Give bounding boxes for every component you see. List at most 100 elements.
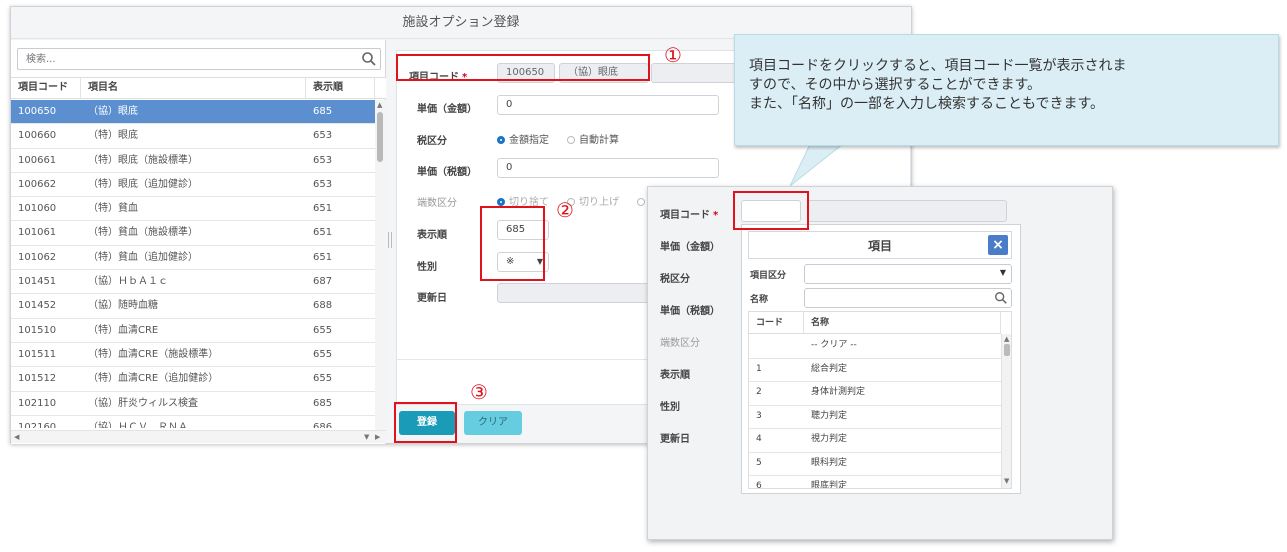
cell-order: 653 (313, 130, 333, 142)
search-input[interactable] (18, 49, 364, 69)
cell-name: （特）貧血（追加健診） (88, 251, 198, 263)
name-search-input[interactable] (804, 288, 1012, 308)
cell-order: 655 (313, 373, 333, 385)
picker-row[interactable]: 3 聴力判定 (749, 405, 1001, 429)
cell-code: 101452 (18, 300, 57, 312)
picker-cell-name: 眼底判定 (811, 481, 848, 489)
scroll-down-icon[interactable]: ▼ (1004, 477, 1009, 485)
picker-row[interactable]: 5 眼科判定 (749, 452, 1001, 476)
code-picker-panel: 項目コード * 単価（金額） 税区分 単価（税額） 端数区分 表示順 性別 更新日… (647, 186, 1113, 540)
cell-name: （特）血清CRE (88, 324, 159, 336)
picker-row[interactable]: -- クリア -- (749, 334, 1001, 359)
cell-name: （特）貧血 (88, 203, 138, 215)
table-row[interactable]: 101062 （特）貧血（追加健診） 651 (11, 246, 375, 271)
picker-header-name[interactable]: 名称 (804, 312, 1001, 334)
table-row[interactable]: 101511 （特）血清CRE（施設標準） 655 (11, 343, 375, 368)
marker-2: ② (556, 198, 574, 222)
table-row[interactable]: 102160 （協）ＨＣＶ＿ＲＮＡ 686 (11, 416, 375, 428)
cell-code: 101511 (18, 348, 57, 360)
table-row[interactable]: 101451 （協）ＨｂＡ１ｃ 687 (11, 270, 375, 295)
highlight-order-gender (480, 206, 545, 281)
picker-row[interactable]: 4 視力判定 (749, 428, 1001, 453)
scroll-down-icon[interactable]: ▼ (364, 433, 369, 441)
table-row[interactable]: 102110 （協）肝炎ウィルス検査 685 (11, 392, 375, 416)
item-picker-table: コード 名称 -- クリア -- 1 総合判定 2 身体計測判定 3 聴力判定 4 視力判定 5 眼… (748, 311, 1012, 489)
horizontal-scrollbar[interactable]: ◀ ▼ ▶ (11, 430, 386, 443)
table-row[interactable]: 101512 （特）血清CRE（追加健診） 655 (11, 367, 375, 392)
picker-row[interactable]: 6 眼底判定 (749, 475, 1001, 489)
picker-header-code[interactable]: コード (749, 312, 804, 334)
cell-name: （協）肝炎ウィルス検査 (88, 397, 198, 409)
scroll-up-icon[interactable]: ▲ (1004, 335, 1009, 343)
cell-code: 101060 (18, 203, 57, 215)
cell-code: 101451 (18, 276, 57, 288)
table-row[interactable]: 101452 （協）随時血糖 688 (11, 294, 375, 319)
price-tax-label: 単価（税額） (417, 167, 477, 178)
item-picker-dialog: 項目 × 項目区分 ▼ 名称 コード 名称 -- クリア -- 1 総合判定 2 身体計… (741, 224, 1021, 494)
picker-cell-code: 4 (756, 434, 762, 444)
table-row[interactable]: 100660 （特）眼底 653 (11, 124, 375, 149)
cell-name: （特）眼底（施設標準） (88, 154, 198, 166)
table-row[interactable]: 101510 （特）血清CRE 655 (11, 319, 375, 343)
cell-code: 100662 (18, 178, 57, 190)
close-icon[interactable]: × (988, 235, 1008, 255)
cell-order: 687 (313, 276, 333, 288)
table-row[interactable]: 101061 （特）貧血（施設標準） 651 (11, 221, 375, 246)
popup-code-label: 項目コード * (660, 210, 719, 221)
cell-name: （特）眼底 (88, 130, 138, 142)
rounding-radio-up[interactable]: 切り上げ (567, 193, 619, 208)
column-header-name[interactable]: 項目名 (81, 78, 306, 98)
column-header-code[interactable]: 項目コード (11, 78, 81, 98)
picker-cell-code: 3 (756, 410, 762, 421)
popup-rounding-label: 端数区分 (660, 338, 700, 349)
highlight-register-button (394, 402, 457, 443)
picker-cell-name: 眼科判定 (811, 457, 848, 468)
tax-radio-auto[interactable]: 自動計算 (567, 131, 619, 146)
table-row[interactable]: 101060 （特）貧血 651 (11, 197, 375, 222)
cell-code: 101061 (18, 227, 57, 239)
scrollbar-thumb[interactable] (377, 112, 383, 162)
vertical-scrollbar[interactable]: ▲ (375, 100, 386, 430)
item-table-body: 100650 （協）眼底 685 100660 （特）眼底 653 100661 （特）眼底（… (11, 100, 375, 428)
cell-order: 651 (313, 203, 333, 215)
cell-name: （協）ＨＣＶ＿ＲＮＡ (88, 421, 188, 428)
callout-line-2: すので、その中から選択することができます。 (749, 77, 1042, 93)
scroll-right-icon[interactable]: ▶ (375, 433, 380, 441)
updated-label: 更新日 (417, 293, 447, 304)
cell-order: 653 (313, 154, 333, 166)
cell-name: （協）眼底 (88, 106, 138, 117)
picker-row[interactable]: 1 総合判定 (749, 358, 1001, 382)
scrollbar-thumb[interactable] (1004, 344, 1010, 356)
clear-button[interactable]: クリア (464, 411, 522, 435)
cell-name: （特）血清CRE（施設標準） (88, 348, 219, 360)
cell-code: 102160 (18, 421, 57, 428)
picker-cell-name: 総合判定 (811, 363, 848, 374)
dialog-title: 項目 (748, 231, 1012, 259)
table-row[interactable]: 100661 （特）眼底（施設標準） 653 (11, 149, 375, 173)
scroll-left-icon[interactable]: ◀ (14, 433, 19, 441)
column-header-order[interactable]: 表示順 (306, 78, 375, 98)
picker-scrollbar[interactable]: ▲ ▼ (1001, 334, 1011, 488)
category-select[interactable]: ▼ (804, 264, 1012, 284)
picker-cell-name: 視力判定 (811, 434, 848, 444)
price-tax-input[interactable]: 0 (497, 158, 719, 178)
table-row[interactable]: 100650 （協）眼底 685 (11, 100, 375, 125)
picker-row[interactable]: 2 身体計測判定 (749, 381, 1001, 406)
search-box[interactable] (17, 48, 381, 70)
picker-cell-code (749, 334, 804, 357)
popup-tax-label: 税区分 (660, 274, 690, 285)
popup-order-label: 表示順 (660, 370, 690, 381)
picker-cell-code: 5 (756, 457, 762, 468)
splitter-handle[interactable] (388, 232, 392, 248)
cell-code: 102110 (18, 397, 57, 409)
price-input[interactable]: 0 (497, 95, 719, 115)
cell-order: 651 (313, 251, 333, 263)
search-icon[interactable] (361, 51, 377, 67)
search-icon[interactable] (994, 291, 1008, 305)
cell-order: 685 (313, 397, 333, 409)
table-row[interactable]: 100662 （特）眼底（追加健診） 653 (11, 173, 375, 198)
callout-line-3: また、「名称」の一部を入力し検索することもできます。 (749, 96, 1105, 112)
tax-radio-amount[interactable]: 金額指定 (497, 131, 549, 146)
name-label: 名称 (750, 295, 769, 305)
scroll-up-icon[interactable]: ▲ (377, 101, 382, 109)
